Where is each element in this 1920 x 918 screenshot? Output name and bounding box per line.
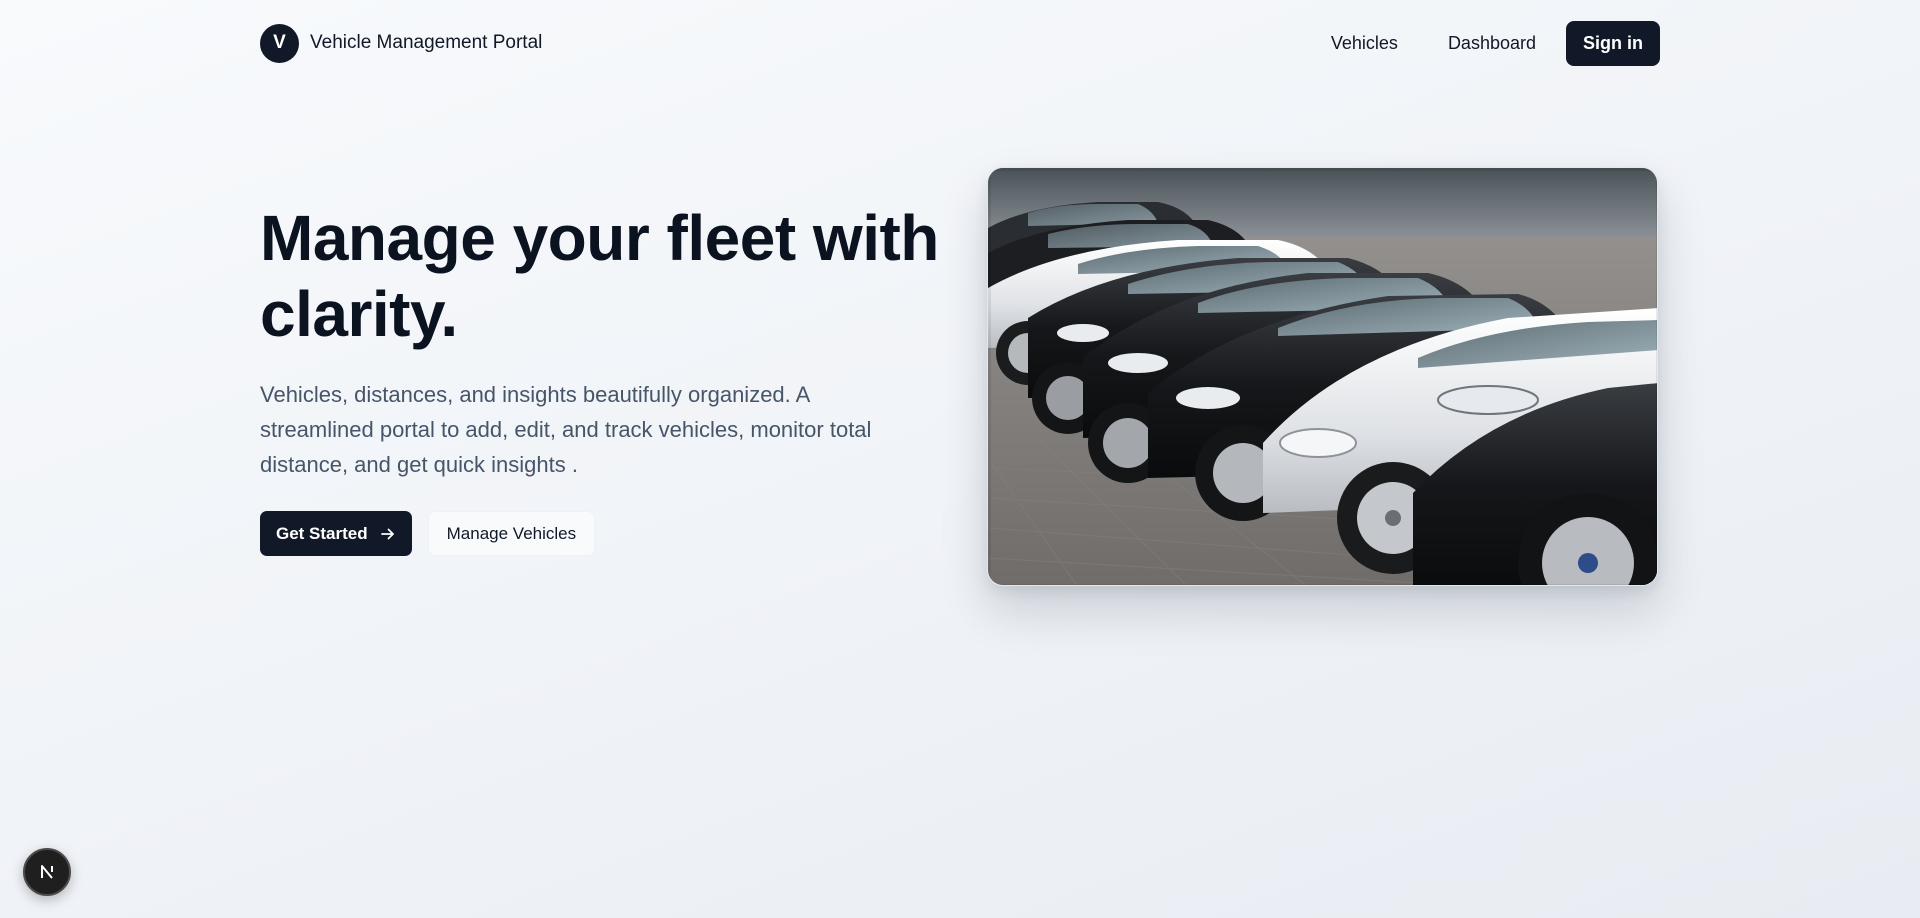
get-started-label: Get Started bbox=[276, 523, 368, 543]
arrow-right-icon bbox=[380, 528, 394, 539]
hero-subtitle: Vehicles, distances, and insights beauti… bbox=[260, 382, 872, 477]
hero-image bbox=[987, 167, 1658, 586]
nextjs-badge[interactable] bbox=[23, 848, 71, 896]
main-nav: Vehicles Dashboard Sign in bbox=[1306, 20, 1660, 66]
hero-title: Manage your fleet with clarity. bbox=[260, 202, 939, 350]
nav-link-dashboard[interactable]: Dashboard bbox=[1423, 33, 1561, 54]
get-started-button[interactable]: Get Started bbox=[260, 511, 412, 556]
row-of-parked-cars-photo bbox=[988, 168, 1657, 585]
brand[interactable]: V Vehicle Management Portal bbox=[260, 23, 543, 63]
site-header: V Vehicle Management Portal Vehicles Das… bbox=[260, 20, 1660, 66]
hero-actions: Get Started Manage Vehicles bbox=[260, 511, 596, 556]
brand-logo: V bbox=[260, 23, 299, 63]
brand-name: Vehicle Management Portal bbox=[310, 32, 543, 53]
nav-link-vehicles[interactable]: Vehicles bbox=[1306, 33, 1423, 54]
nextjs-icon bbox=[41, 865, 53, 879]
sign-in-button[interactable]: Sign in bbox=[1566, 20, 1660, 66]
manage-vehicles-button[interactable]: Manage Vehicles bbox=[427, 511, 596, 556]
